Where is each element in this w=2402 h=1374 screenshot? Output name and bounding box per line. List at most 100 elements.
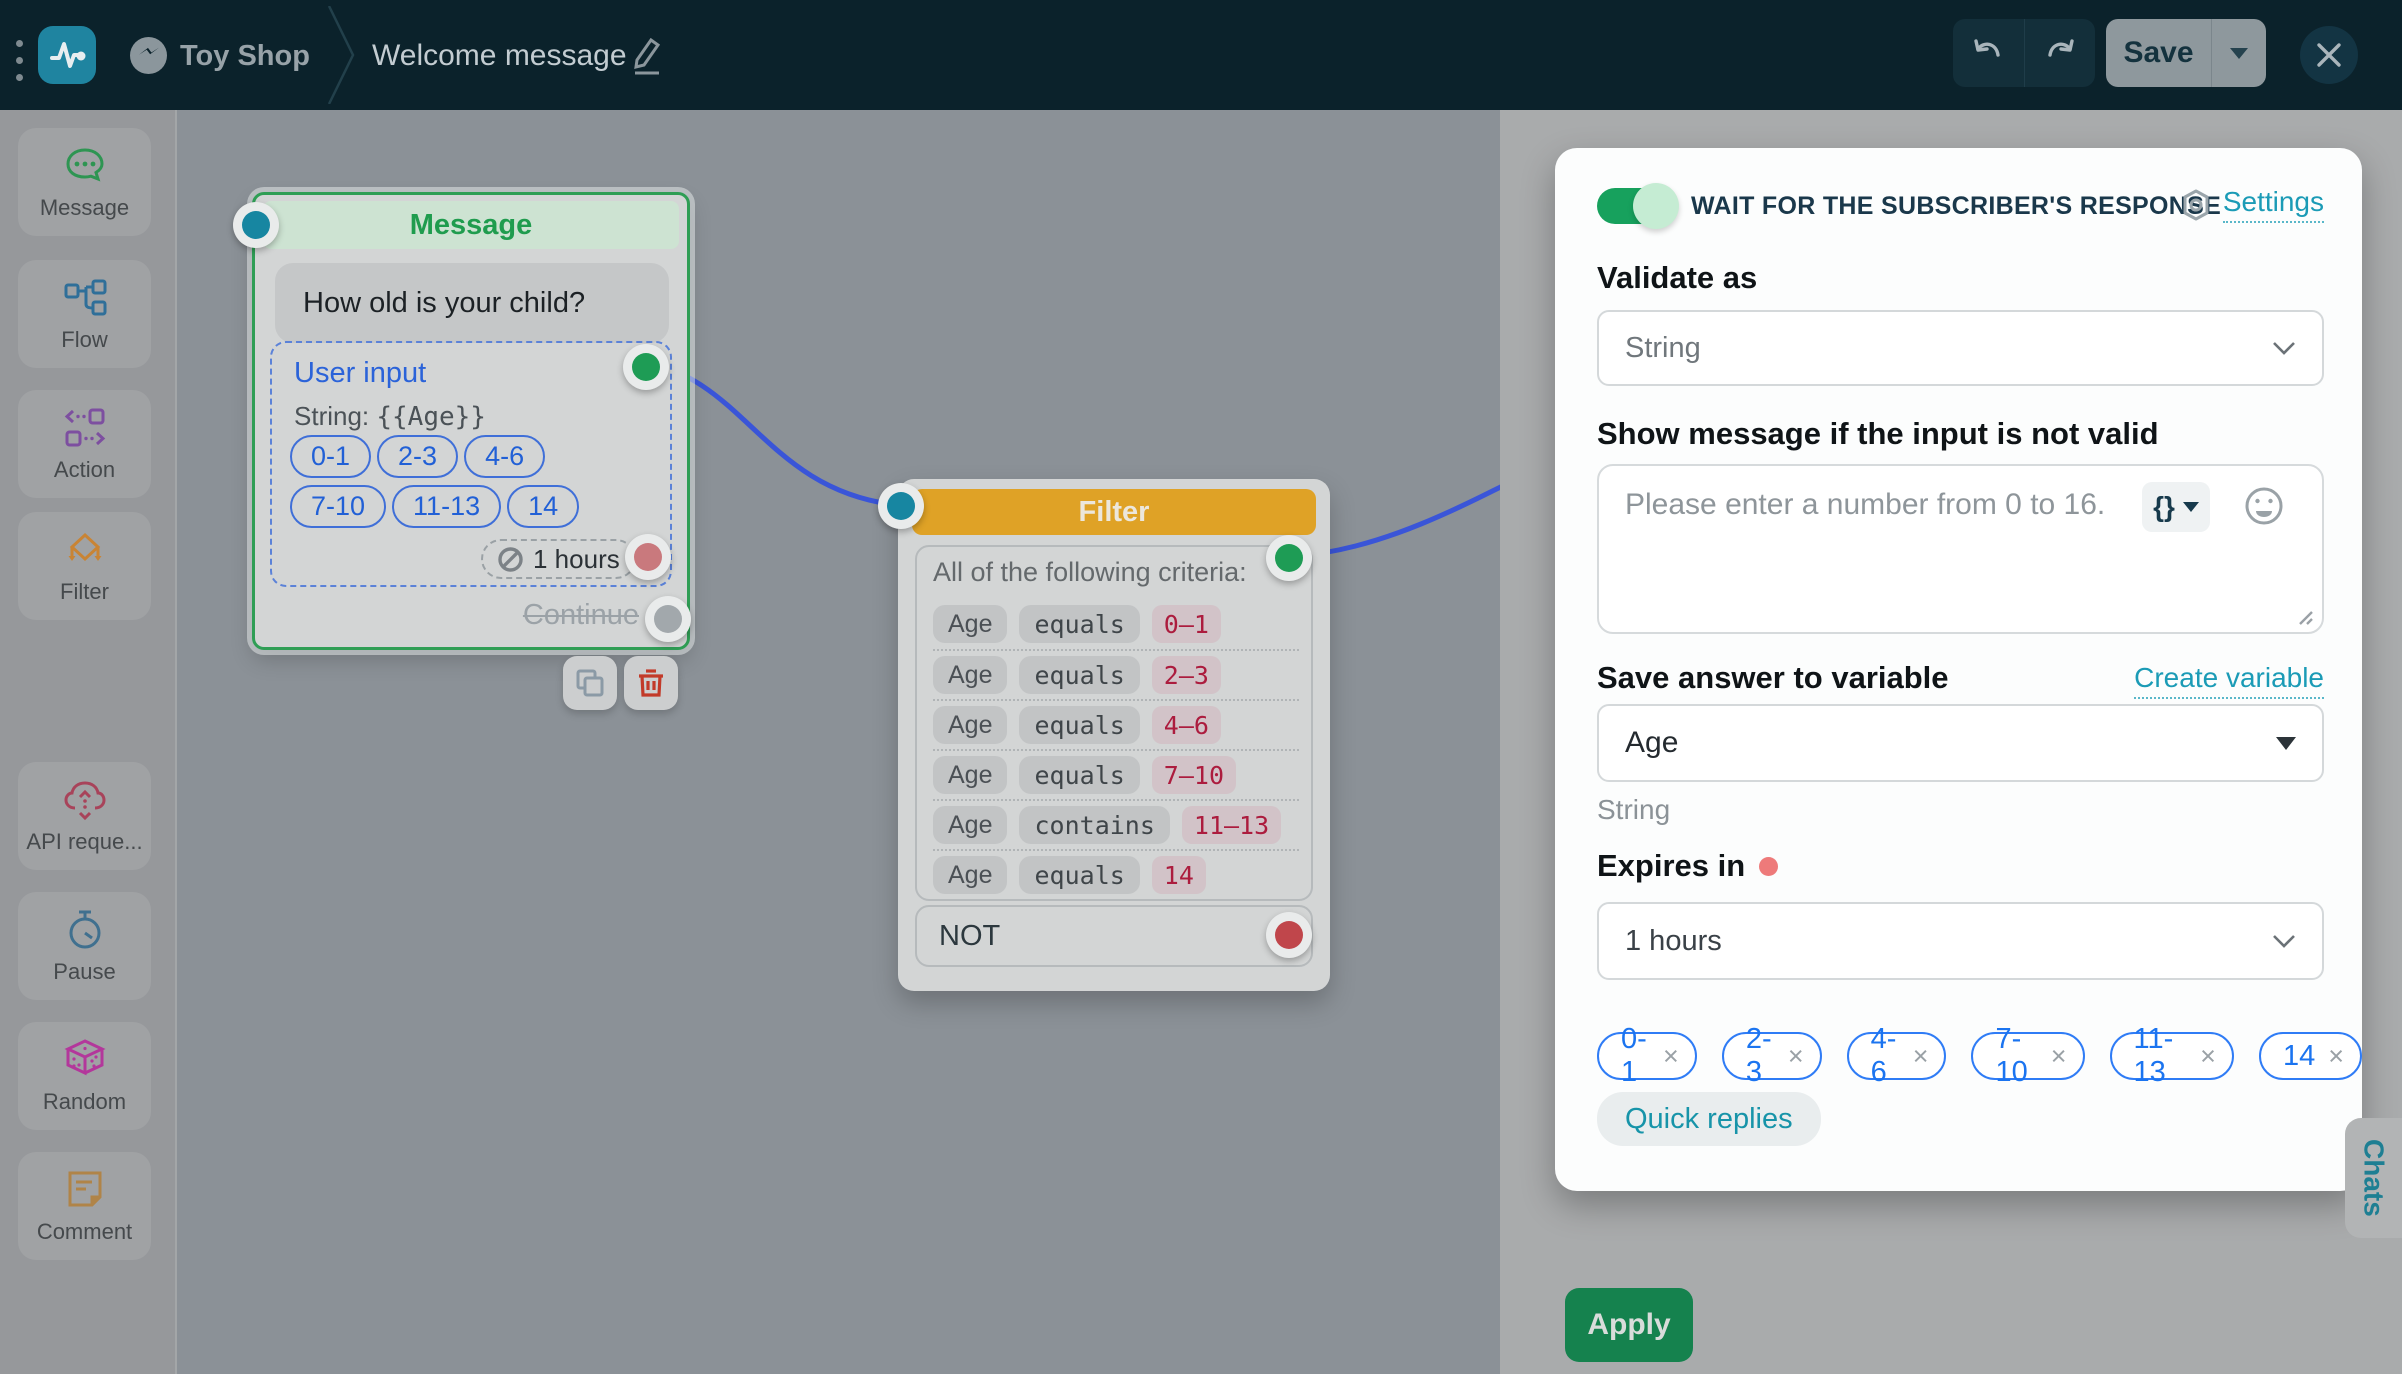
filter-match-port[interactable] (1266, 535, 1312, 581)
continue-port[interactable] (645, 596, 691, 642)
save-split-button[interactable]: Save (2106, 19, 2266, 87)
expires-pill[interactable]: 1 hours (481, 539, 636, 579)
criteria-title: All of the following criteria: (933, 557, 1247, 588)
chats-tab-label: Chats (2358, 1139, 2390, 1217)
filter-criteria-block[interactable]: All of the following criteria: Age equals… (915, 545, 1313, 901)
user-input-block[interactable]: User input String: {{Age}} 0-1 2-3 4-6 7… (270, 341, 672, 587)
filter-not-branch[interactable]: NOT (915, 905, 1313, 967)
variable-type-hint: String (1597, 794, 1670, 826)
trash-icon (636, 668, 666, 698)
panel-quick-reply-chip[interactable]: 4-6× (1847, 1032, 1947, 1080)
quick-reply-chip[interactable]: 14 (507, 485, 579, 528)
invalid-message-heading: Show message if the input is not valid (1597, 416, 2159, 452)
criteria-field: Age (933, 756, 1007, 794)
palette-item-filter[interactable]: Filter (18, 512, 151, 620)
criteria-value: 7–10 (1152, 756, 1236, 794)
criteria-row: Agecontains11–13 (933, 799, 1299, 849)
save-options-caret[interactable] (2212, 19, 2265, 87)
stopwatch-icon (62, 907, 108, 953)
required-dot (1759, 857, 1778, 876)
panel-quick-reply-chip[interactable]: 7-10× (1971, 1032, 2084, 1080)
criteria-field: Age (933, 656, 1007, 694)
message-node-title: Message (263, 201, 679, 249)
delete-node-button[interactable] (624, 656, 678, 710)
criteria-rows: Ageequals0–1 Ageequals2–3 Ageequals4–6 A… (933, 599, 1299, 899)
save-answer-value: Age (1625, 726, 1678, 760)
palette-item-random[interactable]: Random (18, 1022, 151, 1130)
rename-flow-button[interactable] (626, 36, 666, 76)
remove-chip-icon[interactable]: × (1663, 1041, 1679, 1072)
expires-in-value: 1 hours (1625, 925, 1722, 958)
palette-item-comment[interactable]: Comment (18, 1152, 151, 1260)
criteria-field: Age (933, 806, 1007, 844)
panel-quick-reply-chip[interactable]: 14× (2259, 1032, 2362, 1080)
panel-quick-reply-chip[interactable]: 11-13× (2110, 1032, 2234, 1080)
palette-item-label: Action (54, 457, 115, 483)
criteria-row: Age equals 7–10 (933, 749, 1299, 799)
continue-label: Continue (523, 599, 639, 632)
criteria-field: Age (933, 605, 1007, 643)
filter-node[interactable]: Filter All of the following criteria: Ag… (898, 479, 1330, 991)
breadcrumb-separator (325, 6, 357, 104)
palette-item-label: API reque... (26, 829, 142, 855)
emoji-button[interactable] (2242, 484, 2286, 531)
quick-reply-chips: 0-1 2-3 4-6 7-10 11-13 14 (290, 435, 620, 528)
palette-item-pause[interactable]: Pause (18, 892, 151, 1000)
copy-icon (575, 668, 605, 698)
message-input-port[interactable] (233, 202, 279, 248)
quick-reply-chip[interactable]: 2-3 (377, 435, 458, 478)
remove-chip-icon[interactable]: × (2051, 1041, 2067, 1072)
criteria-operator: equals (1019, 756, 1139, 794)
remove-chip-icon[interactable]: × (2328, 1041, 2344, 1072)
message-bubble-text: How old is your child? (275, 263, 669, 343)
not-label: NOT (939, 920, 1000, 953)
close-editor-button[interactable] (2300, 26, 2358, 84)
chats-tab[interactable]: Chats (2345, 1118, 2402, 1238)
expires-pill-label: 1 hours (533, 544, 620, 575)
save-answer-select[interactable]: Age (1597, 704, 2324, 782)
resize-handle[interactable] (2292, 604, 2314, 626)
undo-button[interactable] (1953, 19, 2025, 87)
insert-variable-button[interactable]: {} (2142, 482, 2210, 532)
panel-quick-reply-chip[interactable]: 0-1× (1597, 1032, 1697, 1080)
undo-icon (1970, 36, 2006, 70)
expires-in-select[interactable]: 1 hours (1597, 902, 2324, 980)
redo-button[interactable] (2025, 19, 2096, 87)
quick-reply-chip[interactable]: 0-1 (290, 435, 371, 478)
filter-input-port[interactable] (878, 483, 924, 529)
save-answer-heading: Save answer to variable (1597, 660, 1949, 696)
remove-chip-icon[interactable]: × (1788, 1041, 1804, 1072)
palette-item-api-request[interactable]: API reque... (18, 762, 151, 870)
remove-chip-icon[interactable]: × (2200, 1041, 2216, 1072)
quick-reply-chip[interactable]: 4-6 (464, 435, 545, 478)
criteria-value: 14 (1152, 856, 1206, 894)
smiley-icon (2242, 484, 2286, 528)
message-node[interactable]: Message How old is your child? User inpu… (252, 192, 690, 650)
apply-button[interactable]: Apply (1565, 1288, 1693, 1362)
palette-item-label: Comment (37, 1219, 132, 1245)
braces-icon: {} (2153, 491, 2175, 523)
criteria-operator: contains (1019, 806, 1169, 844)
remove-chip-icon[interactable]: × (1913, 1041, 1929, 1072)
user-input-label: User input (294, 357, 426, 390)
duplicate-node-button[interactable] (563, 656, 617, 710)
quick-reply-chip[interactable]: 7-10 (290, 485, 386, 528)
user-input-success-port[interactable] (623, 344, 669, 390)
palette-item-flow[interactable]: Flow (18, 260, 151, 368)
panel-quick-reply-chips: 0-1× 2-3× 4-6× 7-10× 11-13× 14× (1597, 1032, 2362, 1080)
quick-replies-button[interactable]: Quick replies (1597, 1092, 1821, 1146)
user-input-timeout-port[interactable] (625, 534, 671, 580)
bot-name[interactable]: Toy Shop (180, 40, 310, 73)
save-button-label[interactable]: Save (2106, 19, 2212, 87)
create-variable-link[interactable]: Create variable (2134, 662, 2324, 699)
palette-item-action[interactable]: Action (18, 390, 151, 498)
filter-not-port[interactable] (1266, 912, 1312, 958)
settings-link[interactable]: Settings (2179, 186, 2324, 223)
palette-item-message[interactable]: Message (18, 128, 151, 236)
validate-as-select[interactable]: String (1597, 310, 2324, 386)
invalid-message-textarea[interactable]: Please enter a number from 0 to 16. {} (1597, 464, 2324, 634)
wait-response-toggle[interactable] (1597, 188, 1671, 224)
kebab-menu-icon[interactable] (16, 40, 24, 91)
panel-quick-reply-chip[interactable]: 2-3× (1722, 1032, 1822, 1080)
quick-reply-chip[interactable]: 11-13 (392, 485, 501, 528)
